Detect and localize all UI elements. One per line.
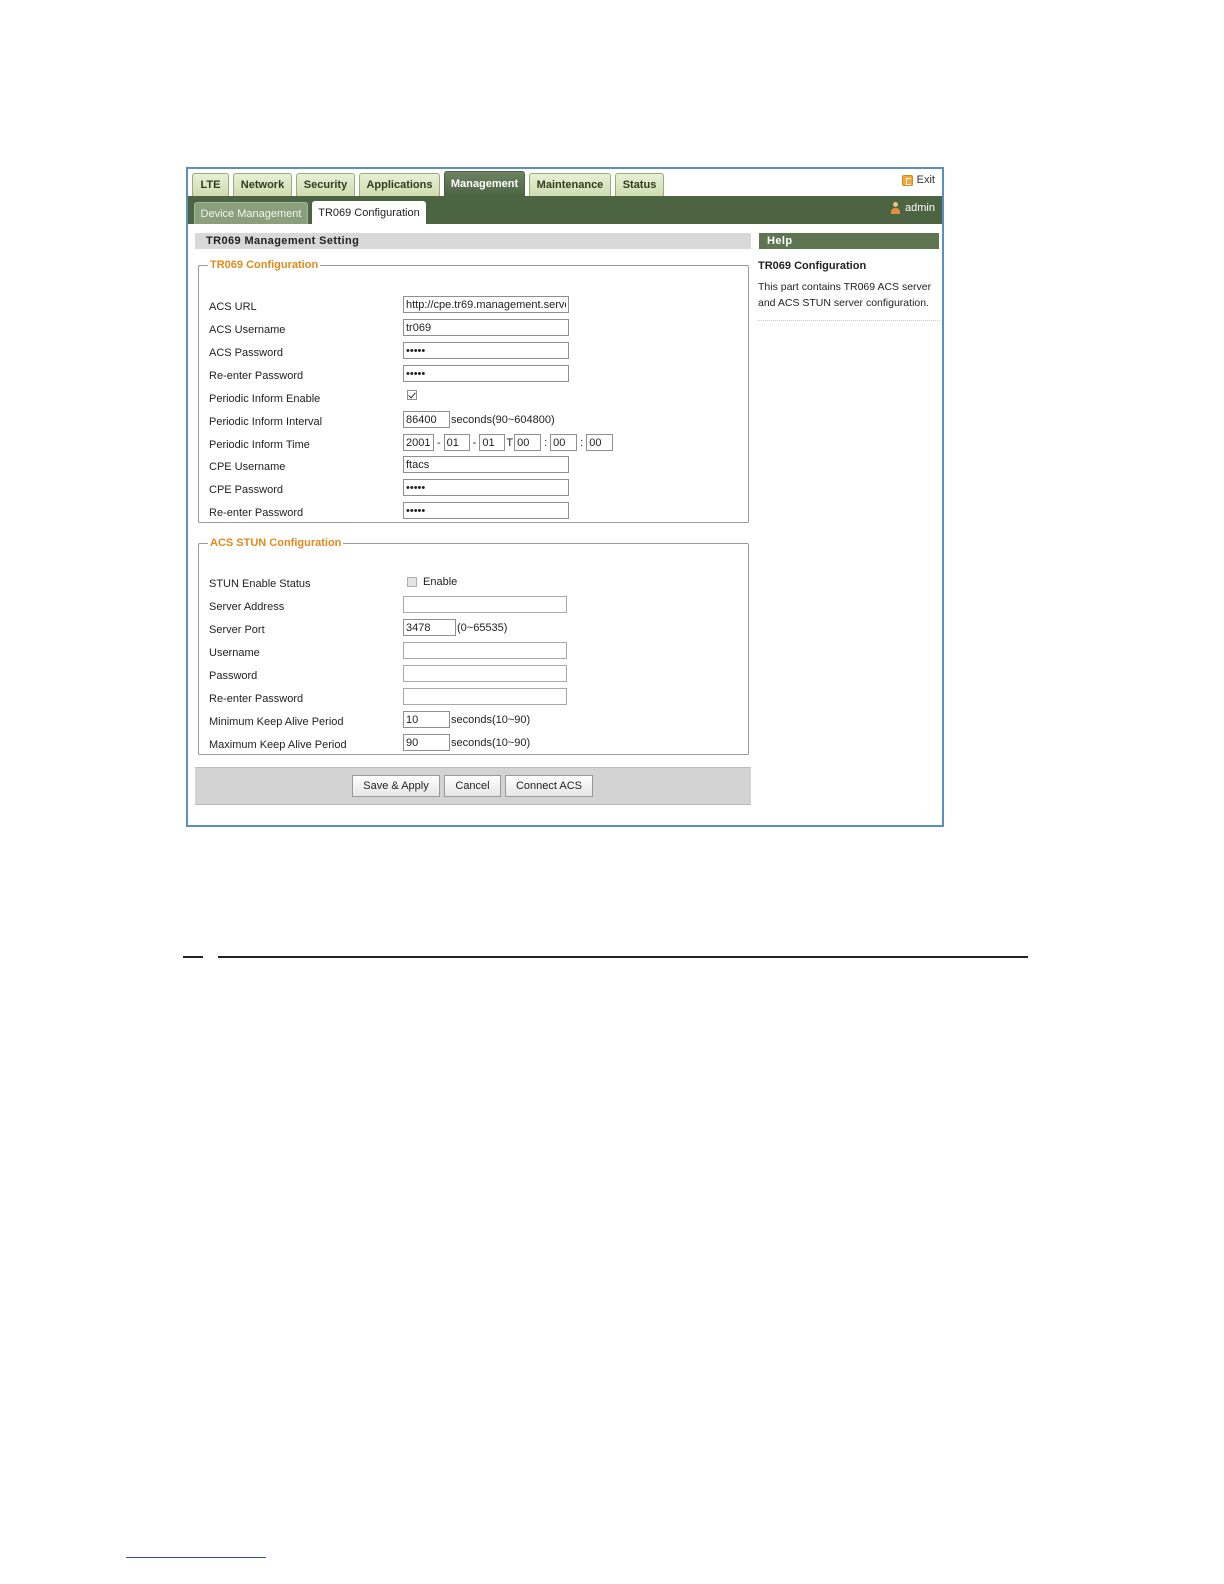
periodic-inform-interval-label: Periodic Inform Interval [209, 416, 323, 428]
inform-day-input[interactable] [479, 434, 506, 451]
subtab-device-management[interactable]: Device Management [194, 202, 308, 224]
main-nav: LTE Network Security Applications Manage… [188, 169, 942, 196]
min-keep-alive-input[interactable] [403, 711, 450, 728]
date-separator: - [472, 436, 477, 449]
connect-acs-button[interactable]: Connect ACS [505, 775, 593, 797]
stun-server-address-label: Server Address [209, 601, 285, 613]
inform-hour-input[interactable] [514, 434, 542, 451]
stun-enable-checkbox[interactable] [407, 577, 417, 587]
stun-password-label: Password [209, 670, 258, 682]
acs-reenter-password-label: Re-enter Password [209, 370, 304, 382]
footnote-rule [126, 1557, 266, 1558]
acs-username-input[interactable] [403, 319, 569, 336]
cpe-reenter-password-label: Re-enter Password [209, 507, 304, 519]
acs-password-label: ACS Password [209, 347, 283, 359]
periodic-inform-interval-input[interactable] [403, 411, 450, 428]
stun-server-port-label: Server Port [209, 624, 265, 636]
inform-month-input[interactable] [443, 434, 470, 451]
cpe-reenter-password-input[interactable] [403, 502, 569, 519]
acs-url-input[interactable] [403, 296, 569, 313]
help-title: TR069 Configuration [758, 260, 867, 272]
acs-username-label: ACS Username [209, 324, 286, 336]
help-text: This part contains TR069 ACS server and … [758, 281, 932, 309]
help-divider [757, 320, 940, 321]
min-keep-alive-unit: seconds(10~90) [451, 713, 531, 726]
max-keep-alive-input[interactable] [403, 734, 450, 751]
acs-password-input[interactable] [403, 342, 569, 359]
exit-label: Exit [916, 174, 935, 186]
min-keep-alive-label: Minimum Keep Alive Period [209, 716, 344, 728]
stun-server-port-unit: (0~65535) [457, 621, 508, 634]
tab-maintenance[interactable]: Maintenance [529, 173, 611, 196]
stun-server-address-input[interactable] [403, 596, 567, 613]
exit-button[interactable]: Exit [901, 174, 935, 186]
tr069-config-group: TR069 Configuration ACS URL ACS Username… [198, 259, 749, 523]
stun-username-input[interactable] [403, 642, 567, 659]
stun-password-input[interactable] [403, 665, 567, 682]
page-divider [218, 956, 1028, 958]
inform-minute-input[interactable] [550, 434, 578, 451]
tab-security[interactable]: Security [296, 173, 355, 196]
cpe-username-input[interactable] [403, 456, 569, 473]
tab-network[interactable]: Network [233, 173, 292, 196]
exit-icon [901, 174, 913, 186]
tab-lte[interactable]: LTE [192, 173, 229, 196]
periodic-inform-interval-unit: seconds(90~604800) [451, 413, 555, 426]
user-name: admin [905, 202, 935, 214]
button-bar: Save & Apply Cancel Connect ACS [195, 767, 751, 805]
stun-config-group: ACS STUN Configuration STUN Enable Statu… [198, 537, 749, 755]
tr069-config-legend: TR069 Configuration [210, 259, 319, 271]
cancel-button[interactable]: Cancel [444, 775, 501, 797]
page-divider-short [183, 956, 203, 958]
cpe-username-label: CPE Username [209, 461, 286, 473]
user-icon [891, 202, 901, 214]
stun-config-legend: ACS STUN Configuration [210, 537, 342, 549]
inform-second-input[interactable] [586, 434, 614, 451]
time-separator: : [544, 436, 548, 449]
cpe-password-input[interactable] [403, 479, 569, 496]
stun-reenter-password-input[interactable] [403, 688, 567, 705]
tab-status[interactable]: Status [615, 173, 664, 196]
periodic-inform-time-label: Periodic Inform Time [209, 439, 310, 451]
save-apply-button[interactable]: Save & Apply [352, 775, 440, 797]
router-admin-window: LTE Network Security Applications Manage… [186, 167, 944, 827]
max-keep-alive-unit: seconds(10~90) [451, 736, 531, 749]
time-t-separator: T [506, 436, 514, 449]
current-user: admin [891, 202, 935, 214]
tab-management[interactable]: Management [444, 171, 525, 196]
periodic-inform-enable-checkbox[interactable] [407, 390, 417, 400]
section-title: TR069 Management Setting [195, 233, 751, 249]
cpe-password-label: CPE Password [209, 484, 283, 496]
stun-username-label: Username [209, 647, 260, 659]
stun-server-port-input[interactable] [403, 619, 456, 636]
max-keep-alive-label: Maximum Keep Alive Period [209, 739, 347, 751]
tab-applications[interactable]: Applications [359, 173, 440, 196]
stun-enable-checkbox-label: Enable [423, 576, 458, 588]
time-separator: : [580, 436, 584, 449]
stun-reenter-password-label: Re-enter Password [209, 693, 304, 705]
stun-enable-status-label: STUN Enable Status [209, 578, 311, 590]
sub-nav: Device Management TR069 Configuration ad… [188, 196, 942, 224]
inform-year-input[interactable] [403, 434, 434, 451]
acs-url-label: ACS URL [209, 301, 257, 313]
periodic-inform-enable-label: Periodic Inform Enable [209, 393, 321, 405]
acs-reenter-password-input[interactable] [403, 365, 569, 382]
date-separator: - [437, 436, 441, 449]
help-header: Help [759, 233, 939, 249]
subtab-tr069-configuration[interactable]: TR069 Configuration [312, 201, 426, 224]
